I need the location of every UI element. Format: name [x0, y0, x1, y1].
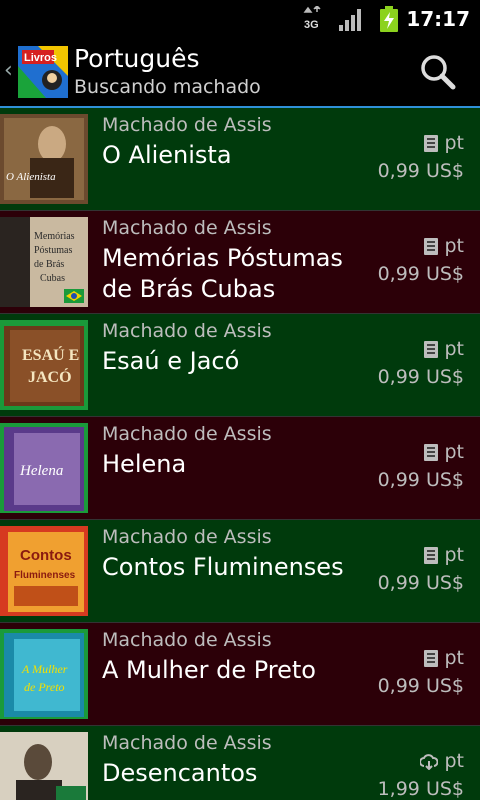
book-icon: [424, 650, 439, 667]
book-cover: Contos Fluminenses: [0, 526, 88, 616]
page-subtitle: Buscando machado: [74, 76, 261, 98]
book-icon: [424, 135, 439, 152]
logo-text: Livros: [24, 52, 57, 64]
book-language: pt: [444, 647, 464, 669]
svg-text:O Alienista: O Alienista: [6, 171, 56, 183]
svg-text:de Brás: de Brás: [34, 259, 64, 270]
book-language: pt: [444, 132, 464, 154]
cloud-download-icon: [419, 754, 439, 771]
book-cover: [0, 732, 88, 800]
book-icon: [424, 547, 439, 564]
book-title: Esaú e Jacó: [102, 347, 240, 375]
book-price: 0,99 US$: [377, 160, 464, 182]
book-author: Machado de Assis: [102, 423, 272, 445]
book-language: pt: [444, 441, 464, 463]
book-price: 0,99 US$: [377, 469, 464, 491]
book-language: pt: [444, 750, 464, 772]
book-title: Helena: [102, 450, 187, 478]
book-author: Machado de Assis: [102, 629, 272, 651]
book-icon: [424, 238, 439, 255]
list-item[interactable]: A Mulher de Preto Machado de Assis A Mul…: [0, 623, 480, 726]
book-cover: A Mulher de Preto: [0, 629, 88, 719]
signal-icon: [339, 9, 361, 31]
svg-text:Helena: Helena: [19, 463, 63, 479]
book-title: A Mulher de Preto: [102, 656, 316, 684]
book-icon: [424, 444, 439, 461]
book-cover: ESAÚ E JACÓ: [0, 320, 88, 410]
svg-text:ESAÚ E: ESAÚ E: [22, 345, 79, 364]
book-title: Desencantos: [102, 759, 258, 787]
book-author: Machado de Assis: [102, 217, 272, 239]
network-3g-icon: 3G: [303, 6, 321, 31]
svg-text:Póstumas: Póstumas: [34, 245, 72, 256]
svg-text:Cubas: Cubas: [40, 273, 65, 284]
list-item[interactable]: Helena Machado de Assis Helena pt 0,99 U…: [0, 417, 480, 520]
search-icon[interactable]: [420, 54, 456, 90]
app-logo[interactable]: Livros: [18, 46, 68, 98]
book-author: Machado de Assis: [102, 732, 272, 754]
book-icon: [424, 341, 439, 358]
book-price: 0,99 US$: [377, 263, 464, 285]
book-title: Memórias Póstumas de Brás Cubas: [102, 244, 343, 303]
svg-text:Contos: Contos: [20, 547, 72, 564]
list-item[interactable]: ESAÚ E JACÓ Machado de Assis Esaú e Jacó…: [0, 314, 480, 417]
svg-text:3G: 3G: [304, 19, 319, 31]
book-price: 1,99 US$: [377, 778, 464, 800]
book-title: O Alienista: [102, 141, 232, 169]
list-item[interactable]: Memórias Póstumas de Brás Cubas Machado …: [0, 211, 480, 314]
list-item[interactable]: Machado de Assis Desencantos pt 1,99 US$: [0, 726, 480, 800]
book-author: Machado de Assis: [102, 114, 272, 136]
book-cover: O Alienista: [0, 114, 88, 204]
clock: 17:17: [406, 7, 470, 31]
back-chevron-icon[interactable]: ‹: [4, 58, 13, 83]
book-title: Contos Fluminenses: [102, 553, 344, 581]
book-language: pt: [444, 544, 464, 566]
action-bar: ‹ Livros Português Buscando machado: [0, 38, 480, 108]
svg-text:JACÓ: JACÓ: [28, 367, 72, 386]
svg-text:A Mulher: A Mulher: [21, 662, 68, 676]
battery-charging-icon: [380, 6, 398, 32]
svg-text:Memórias: Memórias: [34, 231, 75, 242]
svg-text:de Preto: de Preto: [24, 680, 65, 694]
book-author: Machado de Assis: [102, 320, 272, 342]
list-item[interactable]: Contos Fluminenses Machado de Assis Cont…: [0, 520, 480, 623]
book-price: 0,99 US$: [377, 366, 464, 388]
book-price: 0,99 US$: [377, 675, 464, 697]
list-item[interactable]: O Alienista Machado de Assis O Alienista…: [0, 108, 480, 211]
book-author: Machado de Assis: [102, 526, 272, 548]
book-language: pt: [444, 235, 464, 257]
page-title: Português: [74, 44, 200, 73]
book-cover: Memórias Póstumas de Brás Cubas: [0, 217, 88, 307]
svg-text:Fluminenses: Fluminenses: [14, 570, 76, 581]
book-language: pt: [444, 338, 464, 360]
book-price: 0,99 US$: [377, 572, 464, 594]
book-cover: Helena: [0, 423, 88, 513]
book-list[interactable]: O Alienista Machado de Assis O Alienista…: [0, 108, 480, 800]
status-bar: 3G 17:17: [0, 0, 480, 38]
